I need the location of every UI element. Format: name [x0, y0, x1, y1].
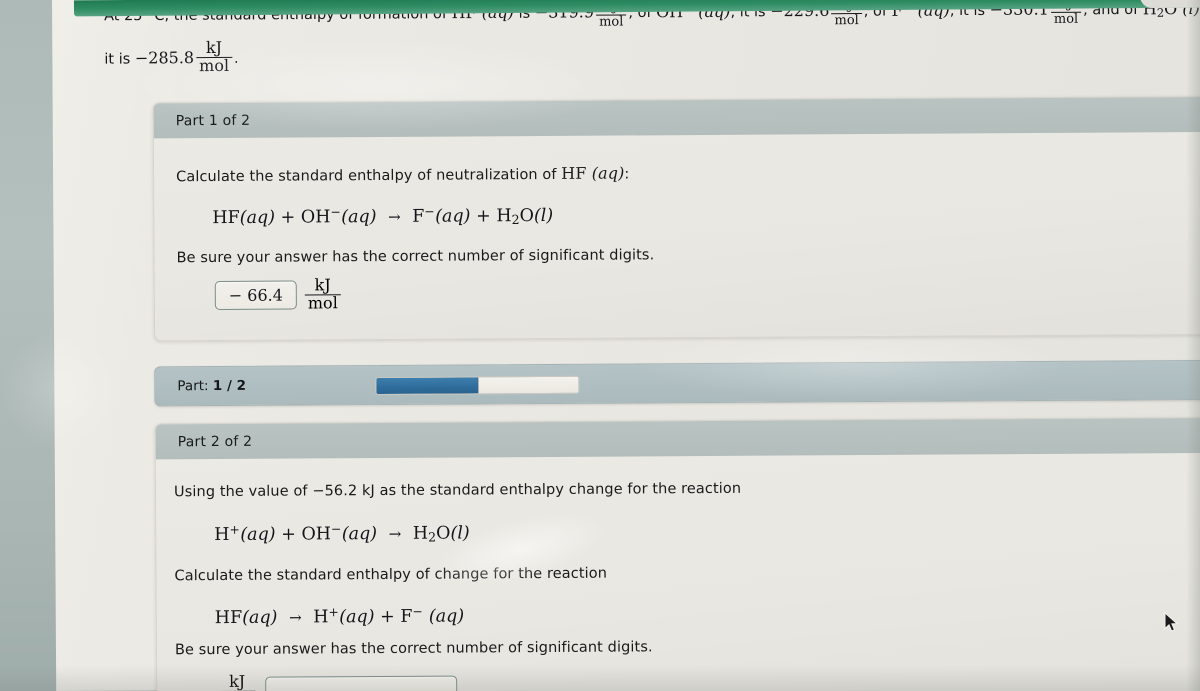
- eq2b-arrow-icon: →: [289, 608, 302, 627]
- progress-label-text: Part:: [177, 378, 213, 395]
- mouse-cursor-icon: [1164, 611, 1180, 634]
- part-1-answer-row: − 66.4 kJ mol: [214, 275, 343, 313]
- worksheet-page: At 25 °C, the standard enthalpy of forma…: [52, 0, 1200, 691]
- progress-bar-track: [375, 375, 580, 396]
- screen-photo: At 25 °C, the standard enthalpy of forma…: [0, 0, 1200, 691]
- eq1-f: F−(aq): [412, 204, 471, 227]
- part-1-sigfig-note: Be sure your answer has the correct numb…: [176, 247, 655, 267]
- value-water: −285.8: [134, 48, 195, 68]
- eq1-oh: OH−(aq): [300, 205, 377, 228]
- part-2-intro-text-1: Using the value of: [173, 483, 313, 501]
- part-1-answer-unit: kJ mol: [304, 275, 341, 312]
- part-1-question-species: HF (aq): [561, 163, 625, 183]
- part-1-question: Calculate the standard enthalpy of neutr…: [176, 163, 630, 186]
- part-2-answer-input[interactable]: [265, 675, 458, 691]
- statement-text-10: .: [233, 51, 239, 68]
- part-2-header: Part 2 of 2: [155, 417, 1200, 460]
- part-2-card: Part 2 of 2 Using the value of −56.2 kJ …: [154, 416, 1200, 691]
- part-2-question: Calculate the standard enthalpy of chang…: [174, 565, 608, 585]
- progress-bar-fill: [376, 377, 479, 395]
- eq2b-hf: HF(aq): [214, 607, 278, 629]
- eq1-plus-2: +: [476, 206, 491, 227]
- part-2-equation-1: H+(aq) + OH−(aq) → H2O(l): [214, 521, 470, 545]
- eq1-plus-1: +: [280, 207, 296, 228]
- part-2-sigfig-note: Be sure your answer has the correct numb…: [174, 639, 653, 659]
- part-1-question-colon: :: [624, 166, 630, 183]
- eq2b-plus: +: [380, 607, 395, 628]
- part-1-question-text: Calculate the standard enthalpy of neutr…: [176, 166, 562, 186]
- part-1-equation: HF(aq) + OH−(aq) → F−(aq) + H2O(l): [212, 204, 553, 229]
- eq1-arrow-icon: →: [388, 207, 401, 227]
- part-2-answer-unit: kJ mol: [219, 672, 256, 691]
- part-2-answer-row: kJ mol: [217, 672, 458, 691]
- part-1-card: Part 1 of 2 Calculate the standard entha…: [152, 95, 1200, 342]
- progress-total: 2: [236, 377, 247, 394]
- statement-text-9: it is: [104, 51, 135, 68]
- eq2a-hydroxide: OH−(aq): [301, 522, 378, 545]
- progress-current: 1: [212, 377, 223, 395]
- progress-separator: /: [222, 377, 237, 394]
- eq1-hf: HF(aq): [212, 207, 276, 229]
- progress-label: Part: 1 / 2: [177, 378, 246, 394]
- eq1-water: H2O(l): [496, 206, 554, 228]
- progress-strip: Part: 1 / 2: [154, 359, 1200, 407]
- eq2a-plus: +: [281, 524, 296, 545]
- eq2b-fluoride: F− (aq): [400, 604, 465, 628]
- part-2-equation-2: HF(aq) → H+(aq) + F− (aq): [215, 604, 465, 628]
- eq2a-arrow-icon: →: [388, 525, 402, 544]
- eq2a-hydrogen-ion: H+(aq): [214, 522, 276, 546]
- eq2a-water: H2O(l): [412, 523, 470, 545]
- part-2-intro-text-2: as the standard enthalpy change for the …: [374, 480, 742, 500]
- eq2b-hydrogen-ion: H+(aq): [313, 605, 375, 628]
- left-margin-background: [0, 0, 58, 691]
- unit-kj-per-mol-4: kJ mol: [196, 38, 233, 75]
- part-1-answer-input[interactable]: − 66.4: [214, 280, 297, 310]
- part-2-intro: Using the value of −56.2 kJ as the stand…: [174, 481, 741, 500]
- part-1-header: Part 1 of 2: [153, 96, 1200, 139]
- part-2-given-value: −56.2 kJ: [312, 483, 375, 500]
